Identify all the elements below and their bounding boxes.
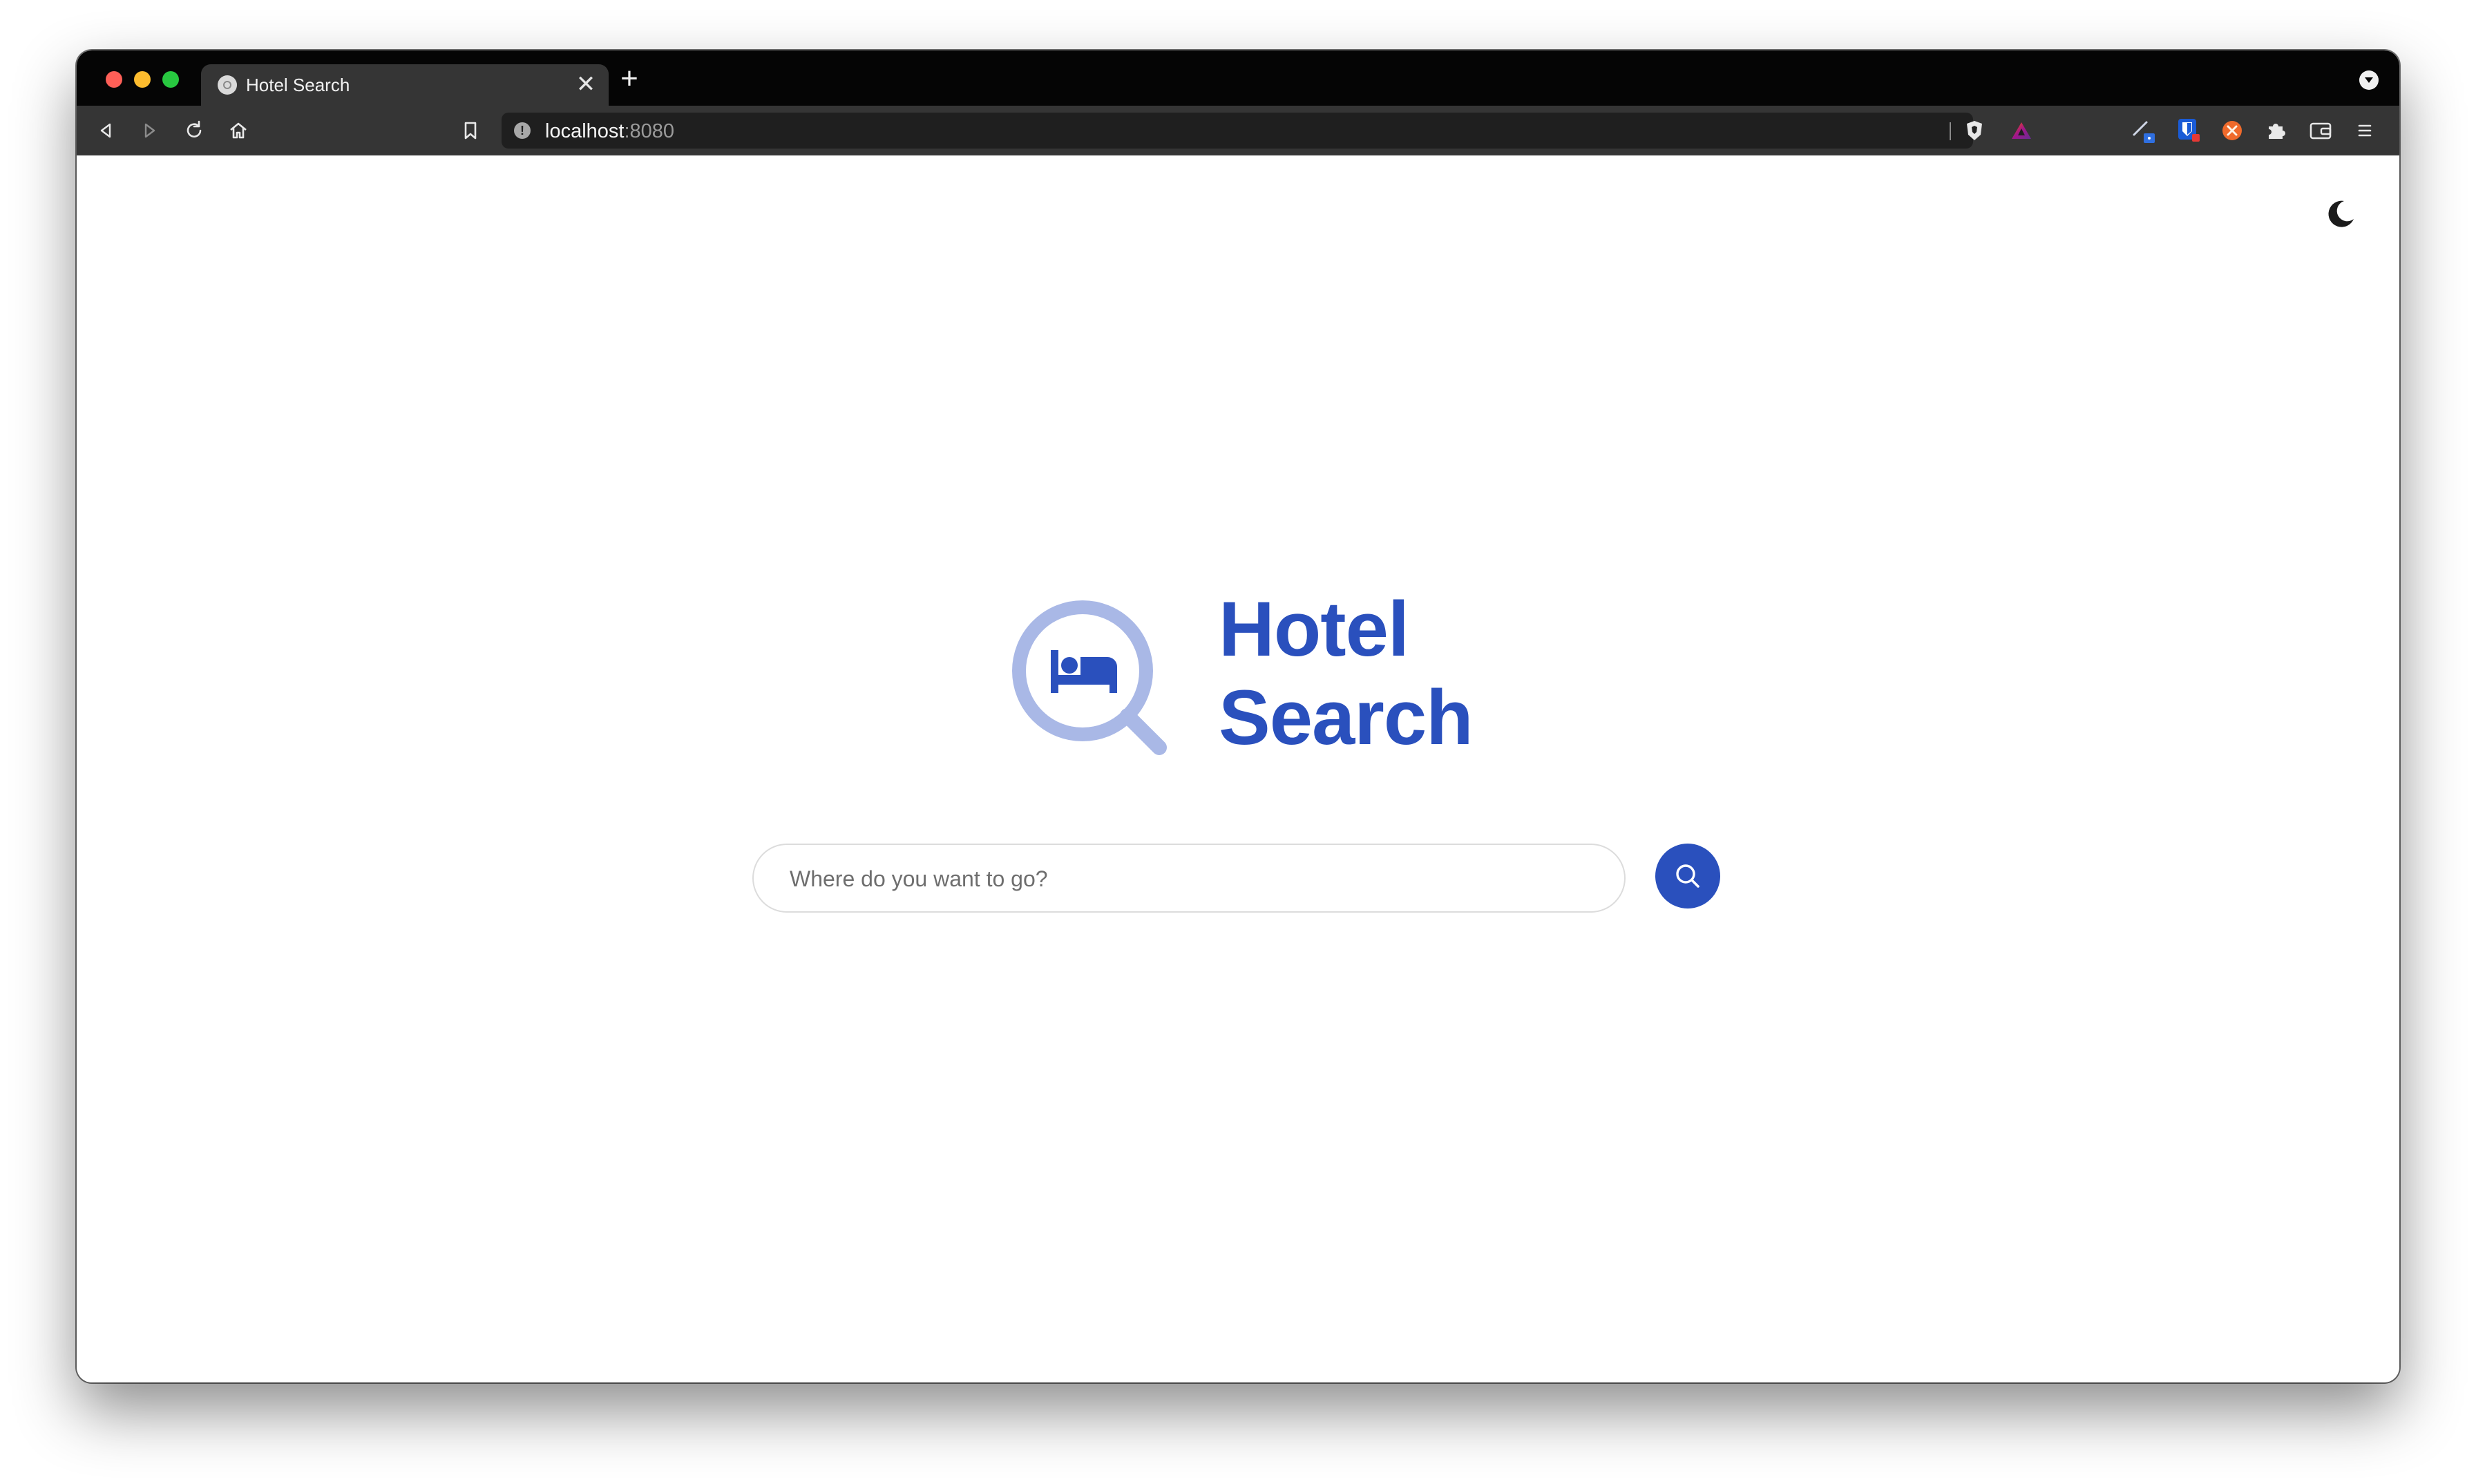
- brave-rewards-icon[interactable]: [2006, 115, 2037, 146]
- tab-search-menu-icon[interactable]: [2359, 70, 2379, 90]
- browser-toolbar: ! localhost:8080: [77, 106, 2399, 155]
- reload-icon[interactable]: [179, 115, 209, 146]
- brand-title: Hotel Search: [1219, 585, 1474, 762]
- menu-icon[interactable]: [2350, 115, 2380, 146]
- moon-icon[interactable]: [2323, 197, 2358, 231]
- wallet-icon[interactable]: [2305, 115, 2336, 146]
- close-window-button[interactable]: [106, 71, 122, 88]
- minimize-window-button[interactable]: [134, 71, 151, 88]
- search-icon: [1676, 864, 1699, 888]
- hotel-search-logo-icon: [1009, 598, 1175, 763]
- tab-hotel-search[interactable]: Hotel Search ✕: [201, 64, 609, 106]
- back-icon[interactable]: [91, 115, 121, 146]
- maximize-window-button[interactable]: [162, 71, 179, 88]
- bookmark-icon[interactable]: [455, 115, 486, 146]
- url-host: localhost: [545, 120, 625, 142]
- brave-shield-icon[interactable]: [1959, 115, 1990, 146]
- bitwarden-icon[interactable]: [2173, 115, 2203, 146]
- pen-extension-icon[interactable]: [2129, 115, 2159, 146]
- url-text[interactable]: localhost:8080: [545, 120, 674, 143]
- address-bar[interactable]: ! localhost:8080: [502, 113, 2031, 149]
- brand-line-2: Search: [1219, 674, 1474, 761]
- search-button[interactable]: [1655, 844, 1720, 909]
- close-tab-icon[interactable]: ✕: [573, 71, 599, 97]
- browser-window: Hotel Search ✕ + ! localhost:8080 Hotel …: [77, 50, 2399, 1382]
- globe-icon: [218, 75, 237, 95]
- search-box: [752, 844, 1626, 913]
- orange-extension-icon[interactable]: [2217, 115, 2247, 146]
- brand-line-1: Hotel: [1219, 586, 1409, 672]
- forward-icon[interactable]: [135, 115, 165, 146]
- puzzle-icon[interactable]: [2261, 115, 2292, 146]
- address-divider: [1950, 122, 1951, 140]
- url-port: :8080: [624, 120, 675, 142]
- tab-title: Hotel Search: [246, 75, 350, 95]
- home-icon[interactable]: [223, 115, 254, 146]
- new-tab-button[interactable]: +: [616, 64, 643, 94]
- search-input[interactable]: [788, 845, 1592, 913]
- site-info-icon[interactable]: !: [514, 122, 531, 139]
- page-content: Hotel Search: [77, 155, 2399, 1382]
- tab-strip: Hotel Search ✕ +: [77, 50, 2399, 106]
